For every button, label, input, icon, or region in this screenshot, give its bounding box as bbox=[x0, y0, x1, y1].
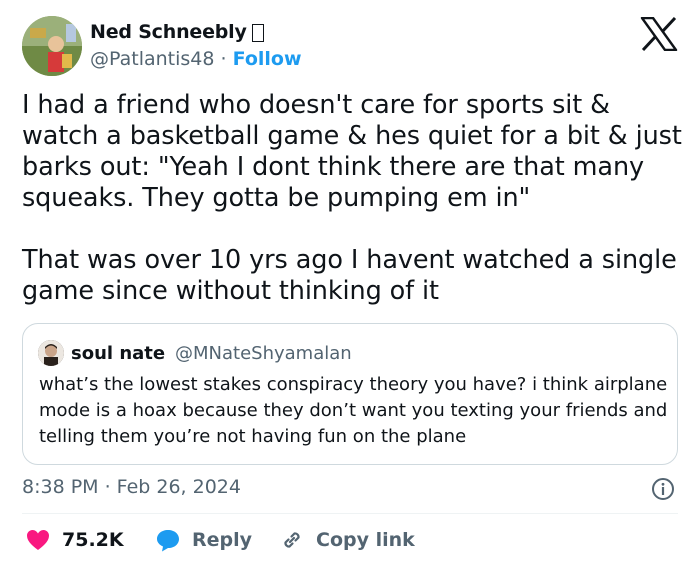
tweet-timestamp[interactable]: 8:38 PM · Feb 26, 2024 bbox=[22, 476, 241, 498]
quoted-author-name: soul nate bbox=[71, 343, 166, 364]
x-logo-icon[interactable] bbox=[640, 17, 678, 51]
link-icon bbox=[284, 532, 300, 548]
author-name[interactable]: Ned Schneebly bbox=[90, 21, 247, 43]
author-handle-row: @Patlantis48 · Follow bbox=[90, 48, 302, 70]
reply-label: Reply bbox=[192, 529, 253, 551]
quoted-author-handle: @MNateShyamalan bbox=[175, 343, 352, 364]
copy-link-label: Copy link bbox=[316, 529, 415, 551]
speech-bubble-icon bbox=[157, 529, 179, 551]
info-icon[interactable] bbox=[651, 477, 675, 501]
quoted-author-avatar bbox=[38, 340, 64, 366]
reply-button[interactable]: Reply bbox=[156, 527, 252, 553]
author-handle[interactable]: @Patlantis48 bbox=[90, 48, 214, 70]
tweet-card: Ned Schneebly @Patlantis48 · Follow I ha… bbox=[0, 0, 700, 567]
copy-link-button[interactable]: Copy link bbox=[280, 527, 415, 553]
handle-separator: · bbox=[220, 48, 227, 70]
quoted-avatar-image bbox=[38, 340, 64, 366]
tweet-text: I had a friend who doesn't care for spor… bbox=[22, 90, 682, 307]
tweet-paragraph: I had a friend who doesn't care for spor… bbox=[22, 90, 682, 213]
heart-icon bbox=[27, 530, 49, 550]
quoted-tweet[interactable]: soul nate @MNateShyamalan what’s the low… bbox=[22, 323, 678, 465]
follow-button[interactable]: Follow bbox=[233, 48, 302, 70]
quoted-tweet-text: what’s the lowest stakes conspiracy theo… bbox=[39, 374, 668, 447]
badge-icon bbox=[252, 24, 264, 42]
avatar-image bbox=[22, 16, 82, 76]
like-button[interactable]: 75.2K bbox=[26, 527, 124, 553]
tweet-paragraph: That was over 10 yrs ago I havent watche… bbox=[22, 245, 677, 306]
author-avatar[interactable] bbox=[22, 16, 82, 76]
like-count: 75.2K bbox=[62, 529, 124, 551]
divider bbox=[22, 513, 678, 514]
